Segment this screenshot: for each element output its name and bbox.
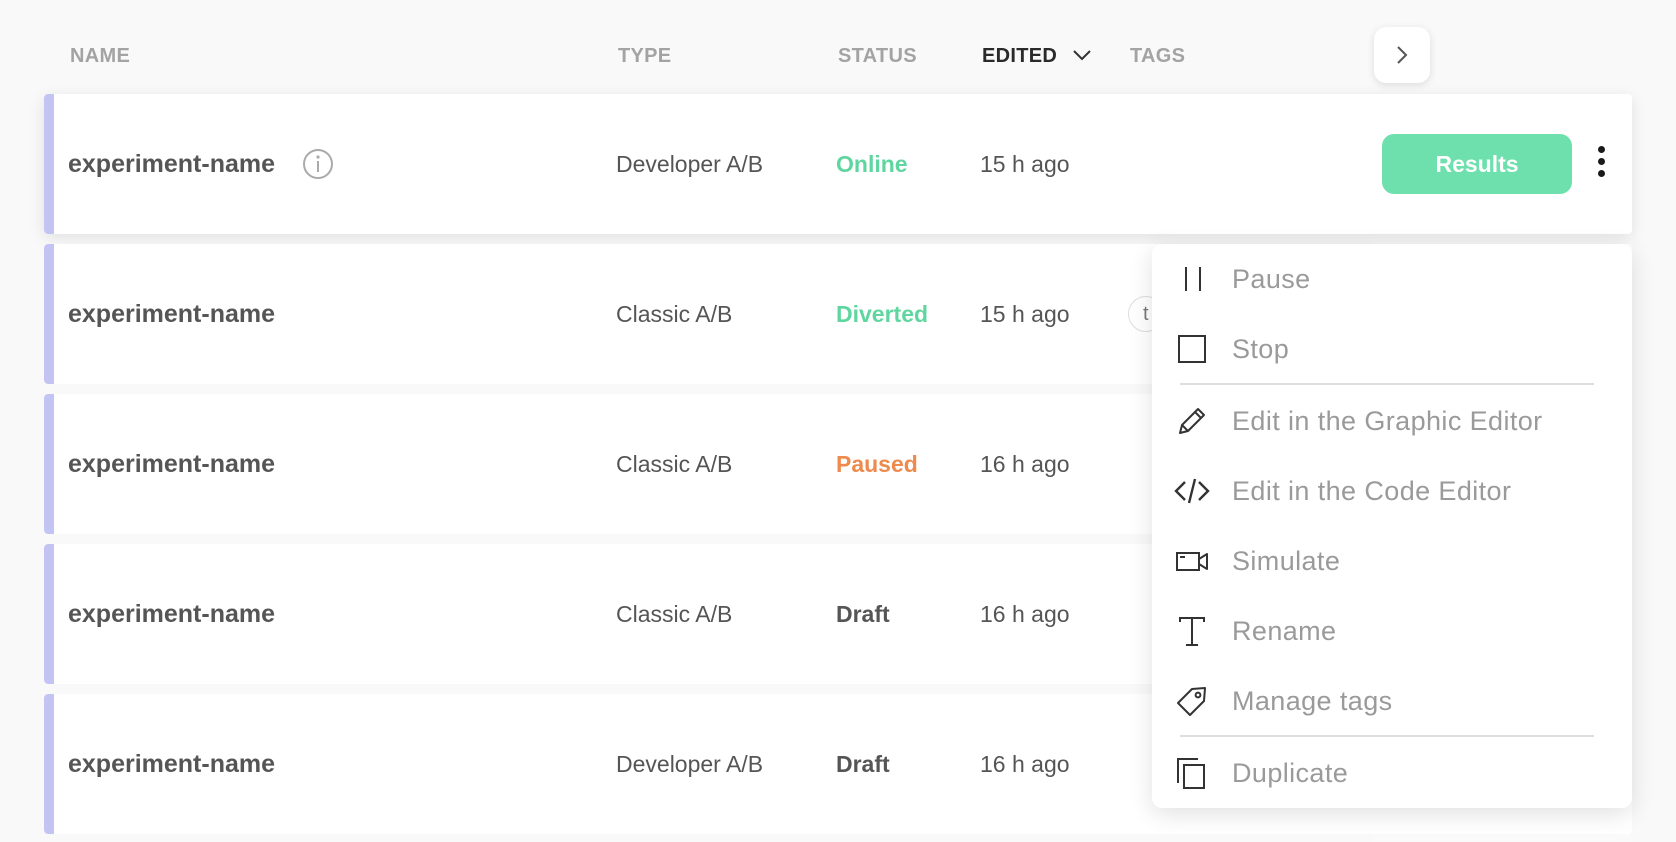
menu-item-edit-code[interactable]: Edit in the Code Editor bbox=[1152, 460, 1632, 522]
experiment-status: Diverted bbox=[836, 300, 929, 327]
pencil-icon bbox=[1179, 408, 1205, 434]
experiment-status: Online bbox=[836, 150, 908, 177]
experiment-edited: 16 h ago bbox=[980, 450, 1070, 477]
menu-item-label: Edit in the Code Editor bbox=[1232, 475, 1512, 506]
results-button[interactable]: Results bbox=[1382, 134, 1572, 194]
more-options-icon[interactable] bbox=[1589, 140, 1613, 184]
menu-item-edit-graphic[interactable]: Edit in the Graphic Editor bbox=[1152, 390, 1632, 452]
experiment-type: Developer A/B bbox=[616, 150, 764, 177]
expand-columns-button[interactable] bbox=[1374, 27, 1430, 83]
experiment-edited: 16 h ago bbox=[980, 750, 1070, 777]
row-accent-bar bbox=[44, 394, 54, 534]
menu-item-simulate[interactable]: Simulate bbox=[1152, 530, 1632, 592]
column-header-status[interactable]: STATUS bbox=[838, 45, 917, 68]
column-header-tags[interactable]: TAGS bbox=[1130, 45, 1185, 68]
menu-item-label: Duplicate bbox=[1232, 757, 1349, 788]
menu-item-label: Simulate bbox=[1232, 545, 1341, 576]
menu-divider bbox=[1180, 735, 1594, 737]
experiment-name[interactable]: experiment-name bbox=[68, 94, 275, 234]
menu-item-manage-tags[interactable]: Manage tags bbox=[1152, 670, 1632, 732]
experiment-type: Developer A/B bbox=[616, 750, 764, 777]
column-header-name[interactable]: NAME bbox=[70, 45, 130, 68]
experiment-name[interactable]: experiment-name bbox=[68, 544, 275, 684]
info-icon[interactable] bbox=[302, 148, 334, 180]
row-accent-bar bbox=[44, 244, 54, 384]
menu-item-stop[interactable]: Stop bbox=[1152, 318, 1632, 380]
row-accent-bar bbox=[44, 694, 54, 834]
row-accent-bar bbox=[44, 544, 54, 684]
menu-item-duplicate[interactable]: Duplicate bbox=[1152, 742, 1632, 804]
code-icon bbox=[1174, 478, 1210, 504]
menu-divider bbox=[1180, 383, 1594, 385]
row-accent-bar bbox=[44, 94, 54, 234]
experiment-name[interactable]: experiment-name bbox=[68, 394, 275, 534]
experiment-status: Draft bbox=[836, 750, 890, 777]
experiment-edited: 15 h ago bbox=[980, 150, 1070, 177]
pause-icon bbox=[1185, 267, 1201, 291]
chevron-right-icon bbox=[1397, 46, 1408, 64]
menu-item-label: Edit in the Graphic Editor bbox=[1232, 405, 1543, 436]
menu-item-pause[interactable]: Pause bbox=[1152, 248, 1632, 310]
tag-icon bbox=[1177, 687, 1206, 716]
menu-item-label: Pause bbox=[1232, 263, 1311, 294]
menu-item-rename[interactable]: Rename bbox=[1152, 600, 1632, 662]
context-menu: Pause Stop Edit in the Graphic Editor Ed… bbox=[1152, 244, 1632, 808]
experiment-edited: 16 h ago bbox=[980, 600, 1070, 627]
experiment-name[interactable]: experiment-name bbox=[68, 694, 275, 834]
experiment-status: Draft bbox=[836, 600, 890, 627]
text-icon bbox=[1179, 617, 1205, 646]
menu-item-label: Stop bbox=[1232, 333, 1290, 364]
column-header-type[interactable]: TYPE bbox=[618, 45, 671, 68]
experiment-type: Classic A/B bbox=[616, 450, 733, 477]
experiment-type: Classic A/B bbox=[616, 600, 733, 627]
column-header-edited[interactable]: EDITED bbox=[982, 45, 1057, 68]
experiment-edited: 15 h ago bbox=[980, 300, 1070, 327]
video-camera-icon bbox=[1176, 552, 1208, 571]
menu-item-label: Rename bbox=[1232, 615, 1337, 646]
experiment-type: Classic A/B bbox=[616, 300, 733, 327]
stop-icon bbox=[1178, 335, 1206, 363]
duplicate-icon bbox=[1177, 758, 1205, 789]
experiment-name[interactable]: experiment-name bbox=[68, 244, 275, 384]
menu-item-label: Manage tags bbox=[1232, 685, 1393, 716]
experiment-status: Paused bbox=[836, 450, 918, 477]
chevron-down-icon[interactable] bbox=[1071, 44, 1093, 66]
